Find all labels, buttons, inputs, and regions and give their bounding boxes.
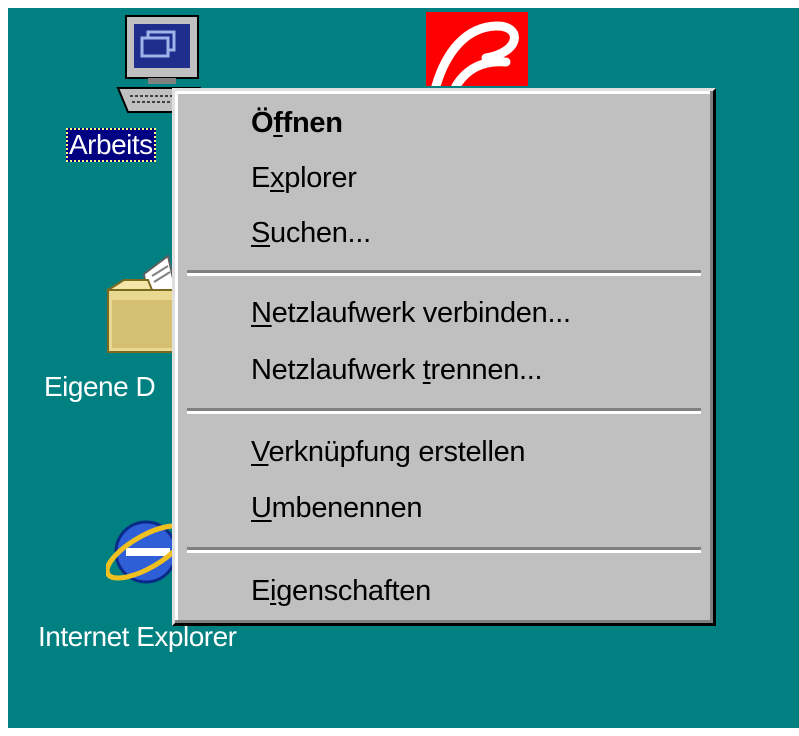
menu-item-search-mnemonic: S: [251, 217, 271, 249]
menu-item-create-shortcut[interactable]: Verknüpfung erstellen: [251, 435, 526, 469]
menu-item-disconnect-network-drive-text-rest: rennen...: [430, 354, 543, 386]
menu-item-disconnect-network-drive[interactable]: Netzlaufwerk trennen...: [251, 353, 543, 387]
menu-item-open-mnemonic: f: [273, 107, 283, 139]
menu-item-search[interactable]: Suchen...: [251, 216, 371, 250]
menu-item-rename-mnemonic: U: [251, 492, 272, 524]
menu-item-open-text-rest: fnen: [282, 107, 343, 139]
menu-separator: [187, 547, 701, 553]
menu-item-properties-text-rest: genschaften: [276, 575, 431, 607]
menu-item-explorer[interactable]: Explorer: [251, 161, 357, 195]
context-menu: Öffnen Explorer Suchen... Netzlaufwerk v…: [172, 88, 716, 626]
menu-item-create-shortcut-text-rest: erknüpfung erstellen: [268, 436, 526, 468]
red-app-icon[interactable]: [426, 12, 528, 91]
desktop[interactable]: Arbeits Eigene D Internet Explorer Öffne…: [8, 8, 799, 728]
menu-item-map-network-drive-mnemonic: N: [251, 297, 272, 329]
menu-item-properties-text: E: [251, 575, 271, 607]
menu-item-search-text-rest: uchen...: [270, 217, 371, 249]
menu-item-open-text: Ö: [251, 107, 274, 139]
menu-item-disconnect-network-drive-mnemonic: t: [422, 354, 431, 386]
menu-item-disconnect-network-drive-text: Netzlaufwerk: [251, 354, 423, 386]
menu-item-open[interactable]: Öffnen: [251, 106, 343, 140]
red-logo-icon: [426, 12, 528, 91]
menu-item-explorer-text-rest: plorer: [284, 162, 357, 194]
menu-item-map-network-drive-text-rest: etzlaufwerk verbinden...: [271, 297, 571, 329]
menu-item-create-shortcut-mnemonic: V: [251, 436, 269, 468]
my-computer-label[interactable]: Arbeits: [66, 128, 156, 162]
menu-item-map-network-drive[interactable]: Netzlaufwerk verbinden...: [251, 296, 571, 330]
menu-item-properties[interactable]: Eigenschaften: [251, 574, 431, 608]
menu-item-rename[interactable]: Umbenennen: [251, 491, 422, 525]
my-documents-label[interactable]: Eigene D: [44, 370, 156, 404]
menu-item-explorer-text: E: [251, 162, 271, 194]
menu-separator: [187, 270, 701, 276]
menu-item-rename-text-rest: mbenennen: [271, 492, 423, 524]
menu-item-explorer-mnemonic: x: [270, 162, 285, 194]
menu-separator: [187, 408, 701, 414]
